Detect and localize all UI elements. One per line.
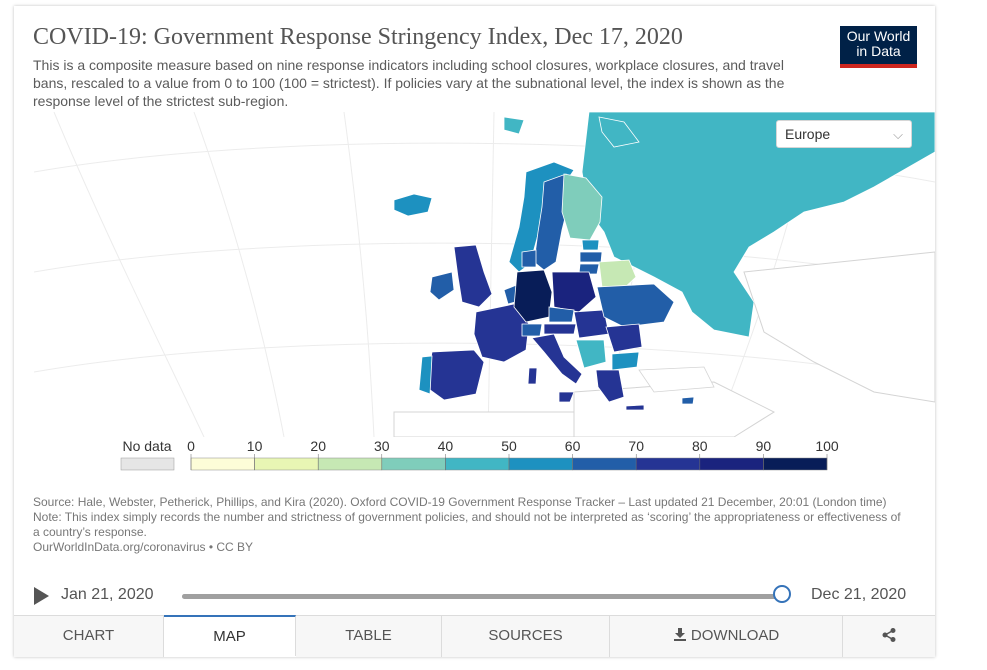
chevron-down-icon: ⌵	[893, 127, 903, 142]
sicily-shape	[558, 391, 575, 403]
tab-map[interactable]: MAP	[164, 615, 296, 656]
logo-line-2: in Data	[856, 43, 901, 59]
chart-subtitle: This is a composite measure based on nin…	[33, 57, 785, 109]
legend-bin	[508, 457, 573, 471]
legend-tick-label: 90	[756, 438, 772, 454]
cyprus-shape	[681, 396, 695, 405]
legend-bin	[699, 457, 764, 471]
czechia-shape	[548, 306, 575, 323]
legend-bin	[635, 457, 701, 471]
tab-share[interactable]	[843, 616, 935, 657]
logo-line-1: Our World	[846, 28, 911, 44]
legend-no-data-label: No data	[122, 438, 171, 454]
owid-logo[interactable]: Our World in Data	[840, 26, 917, 68]
legend-tick-label: 40	[438, 438, 454, 454]
source-line: Source: Hale, Webster, Petherick, Philli…	[33, 495, 887, 509]
iceland-shape	[393, 193, 433, 217]
tab-table-label: TABLE	[345, 627, 392, 644]
greenland-fragment-shape	[503, 116, 525, 135]
timeline-end-label: Dec 21, 2020	[811, 586, 907, 603]
note-line: Note: This index simply records the numb…	[33, 510, 901, 539]
tab-chart[interactable]: CHART	[14, 616, 164, 657]
legend-tick-label: 80	[692, 438, 708, 454]
share-icon	[882, 628, 896, 642]
legend-bin	[381, 457, 446, 471]
ireland-shape	[429, 271, 455, 301]
tab-sources-label: SOURCES	[488, 627, 563, 644]
spain-shape	[425, 349, 485, 401]
chart-card: COVID-19: Government Response Stringency…	[14, 6, 935, 657]
legend-tick-label: 20	[310, 438, 326, 454]
timeline-handle[interactable]	[773, 585, 791, 603]
download-icon	[673, 628, 686, 641]
legend-bin	[190, 457, 255, 471]
estonia-shape	[581, 239, 600, 251]
credit-line[interactable]: OurWorldInData.org/coronavirus • CC BY	[33, 540, 903, 555]
timeline-track-fill	[182, 594, 782, 599]
legend-no-data-swatch	[120, 457, 175, 471]
legend-bin	[254, 457, 319, 471]
crete-shape	[625, 404, 645, 411]
tab-bar: CHART MAP TABLE SOURCES DOWNLOAD	[14, 615, 935, 657]
tab-download-label: DOWNLOAD	[690, 627, 780, 644]
map-legend: No data 0 10 20 30 40 50 60 70 80 90 100	[120, 438, 839, 471]
timeline-start-label: Jan 21, 2020	[61, 586, 154, 603]
italy-shape	[531, 333, 583, 385]
legend-tick-label: 50	[501, 438, 517, 454]
region-dropdown-value: Europe	[785, 126, 831, 142]
play-icon[interactable]	[34, 587, 49, 605]
portugal-shape	[418, 355, 433, 395]
sardinia-shape	[527, 367, 538, 385]
legend-tick-label: 10	[247, 438, 263, 454]
tab-table[interactable]: TABLE	[296, 616, 442, 657]
poland-shape	[551, 271, 597, 313]
austria-shape	[543, 323, 577, 335]
region-dropdown[interactable]: Europe ⌵	[776, 120, 912, 148]
balkans-shape	[575, 339, 607, 369]
bulgaria-shape	[611, 351, 640, 371]
legend-tick-label: 30	[374, 438, 390, 454]
uk-shape	[453, 244, 493, 308]
timeline-track[interactable]	[182, 594, 782, 599]
denmark-shape	[521, 249, 537, 268]
tab-chart-label: CHART	[62, 627, 115, 644]
page-title: COVID-19: Government Response Stringency…	[33, 24, 683, 50]
legend-tick-label: 100	[815, 438, 839, 454]
legend-bin	[572, 457, 637, 471]
legend-tick-label: 70	[628, 438, 644, 454]
source-notes: Source: Hale, Webster, Petherick, Philli…	[33, 495, 903, 555]
timeline-slider-row: Jan 21, 2020 Dec 21, 2020	[14, 582, 935, 612]
tab-map-label: MAP	[213, 628, 246, 645]
choropleth-map	[33, 112, 935, 437]
romania-shape	[605, 323, 643, 353]
legend-bin	[763, 457, 828, 471]
tab-sources[interactable]: SOURCES	[442, 616, 610, 657]
legend-bin	[445, 457, 510, 471]
switzerland-shape	[521, 323, 543, 337]
legend-tick-label: 60	[565, 438, 581, 454]
germany-shape	[513, 269, 553, 323]
legend-tick-label: 0	[187, 438, 195, 454]
latvia-shape	[579, 251, 603, 263]
tab-download[interactable]: DOWNLOAD	[610, 616, 843, 657]
legend-bin	[317, 457, 383, 471]
ukraine-shape	[596, 283, 675, 328]
